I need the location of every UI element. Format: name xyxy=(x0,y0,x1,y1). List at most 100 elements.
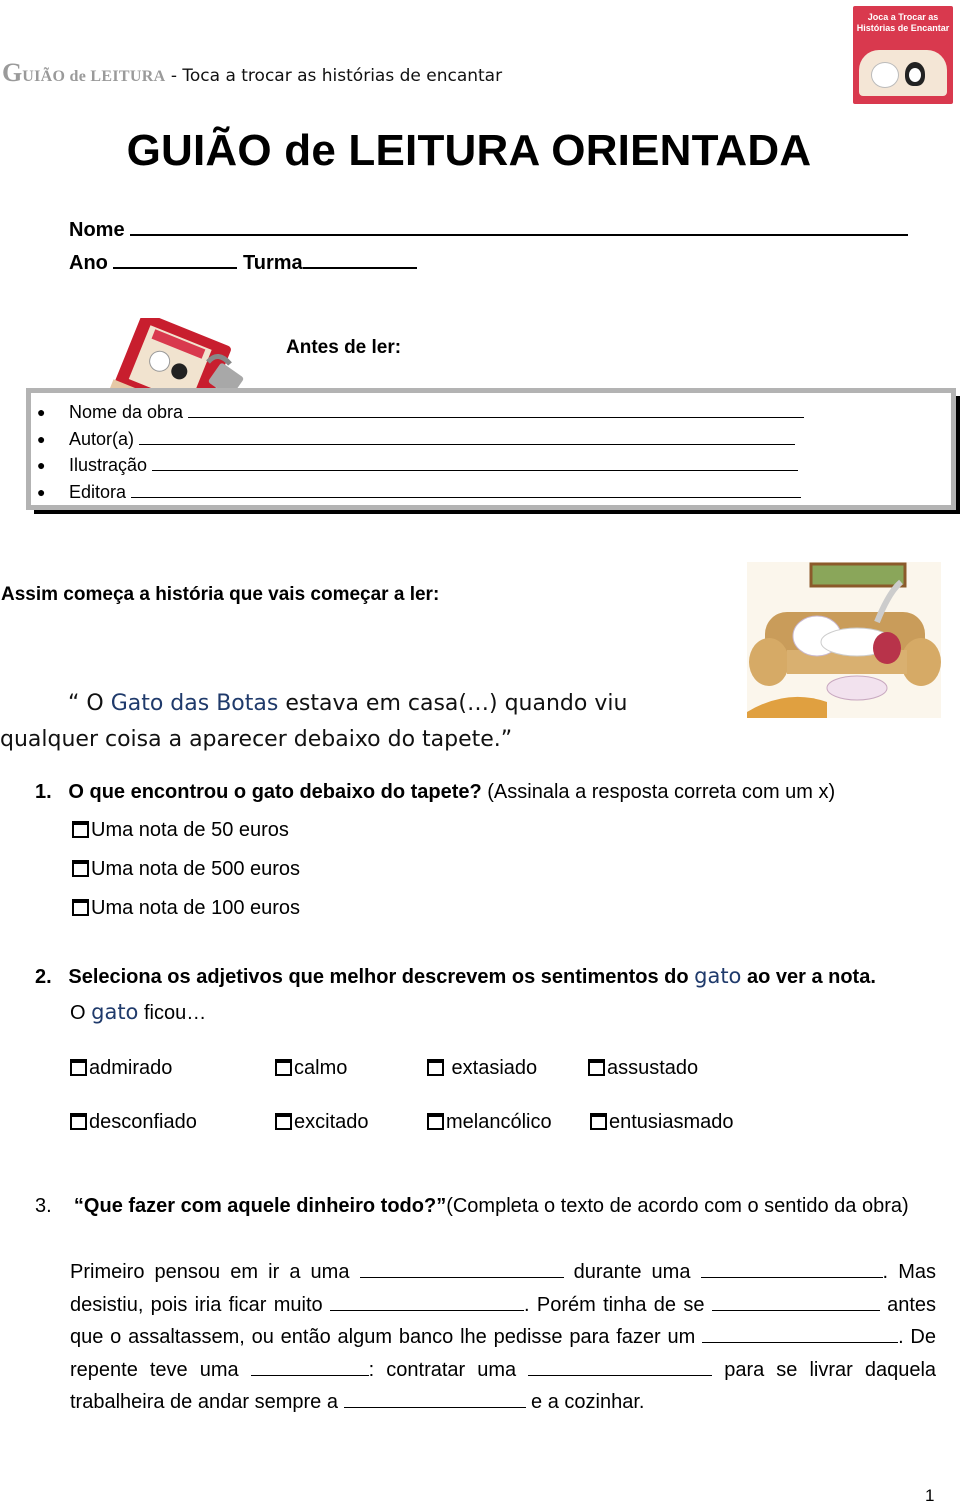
bullet-icon: ● xyxy=(37,430,46,447)
q2-option[interactable]: admirado xyxy=(70,1057,172,1080)
cloze-blank[interactable] xyxy=(528,1358,713,1376)
cover-title-line2: Histórias de Encantar xyxy=(856,23,950,33)
checkbox-icon[interactable] xyxy=(72,899,89,916)
question-3: 3. “Que fazer com aquele dinheiro todo?”… xyxy=(35,1195,909,1218)
cloze-blank[interactable] xyxy=(250,1358,369,1376)
book-info-item: ● Ilustração xyxy=(31,452,804,479)
question-2: 2. Seleciona os adjetivos que melhor des… xyxy=(35,964,876,989)
question-1-note: (Assinala a resposta correta com um x) xyxy=(481,781,836,803)
cloze-blank[interactable] xyxy=(359,1260,564,1278)
author-blank[interactable] xyxy=(139,429,796,445)
header-separator: - xyxy=(165,66,183,86)
q1-option[interactable]: Uma nota de 500 euros xyxy=(72,858,300,881)
q2-option-label: excitado xyxy=(294,1111,369,1133)
story-quote: “ O Gato das Botas estava em casa(…) qua… xyxy=(0,686,627,758)
q2-option[interactable]: desconfiado xyxy=(70,1111,197,1134)
bullet-icon: ● xyxy=(37,457,46,473)
penguin-illustration xyxy=(905,62,925,86)
q2-option-label: entusiasmado xyxy=(609,1111,734,1133)
checkbox-icon[interactable] xyxy=(427,1113,444,1130)
quote-highlight: Gato das Botas xyxy=(110,691,279,716)
book-info-box: ● Nome da obra ● Autor(a) ● Ilustração ● Edi… xyxy=(26,388,956,510)
year-class-field: Ano Turma xyxy=(69,249,417,275)
quote-line-1: “ O Gato das Botas estava em casa(…) qua… xyxy=(0,686,627,722)
q1-option[interactable]: Uma nota de 100 euros xyxy=(72,897,300,920)
question-1-number: 1. xyxy=(35,781,52,803)
cloze-blank[interactable] xyxy=(700,1260,883,1278)
quote-line1-rest: estava em casa(…) quando viu xyxy=(278,691,628,716)
cat-on-sofa-illustration xyxy=(747,562,941,718)
q2-option[interactable]: assustado xyxy=(588,1057,698,1080)
year-label: Ano xyxy=(69,252,108,274)
question-1: 1. O que encontrou o gato debaixo do tap… xyxy=(35,781,835,804)
bullet-icon: ● xyxy=(37,404,46,420)
q1-option[interactable]: Uma nota de 50 euros xyxy=(72,819,289,842)
class-blank[interactable] xyxy=(302,249,417,269)
question-3-number: 3. xyxy=(35,1195,52,1217)
publisher-blank[interactable] xyxy=(131,482,802,498)
q2-option[interactable]: excitado xyxy=(275,1111,369,1134)
header-guide-initial: G xyxy=(2,58,23,87)
checkbox-icon[interactable] xyxy=(72,821,89,838)
checkbox-icon[interactable] xyxy=(70,1059,87,1076)
q2-option[interactable]: extasiado xyxy=(427,1057,537,1080)
q2-sub-after: ficou… xyxy=(138,1002,207,1024)
checkbox-icon[interactable] xyxy=(590,1113,607,1130)
q1-option-label: Uma nota de 100 euros xyxy=(91,897,301,919)
book-info-item: ● Nome da obra xyxy=(31,399,805,426)
cloze-text: : contratar uma xyxy=(368,1358,529,1381)
book-info-item: ● Autor(a) xyxy=(31,426,804,453)
q2-sub-before: O xyxy=(70,1002,92,1024)
checkbox-icon[interactable] xyxy=(72,860,89,877)
book-name-label: Nome da obra xyxy=(69,402,184,422)
checkbox-icon[interactable] xyxy=(427,1059,444,1076)
cloze-text: durante uma xyxy=(563,1261,701,1283)
q2-option[interactable]: calmo xyxy=(275,1057,347,1080)
publisher-label: Editora xyxy=(69,481,127,502)
year-blank[interactable] xyxy=(113,249,238,269)
question-2-sub: O gato ficou… xyxy=(70,1000,206,1025)
checkbox-icon[interactable] xyxy=(588,1059,605,1076)
cloze-blank[interactable] xyxy=(330,1293,524,1311)
cloze-blank[interactable] xyxy=(343,1390,526,1408)
question-2-text: Seleciona os adjetivos que melhor descre… xyxy=(68,966,695,988)
q2-option-label: melancólico xyxy=(446,1111,552,1133)
page-number: 1 xyxy=(925,1486,935,1505)
book-info-list: ● Nome da obra ● Autor(a) ● Ilustração ● Edi… xyxy=(31,399,805,506)
cloze-text: . Porém tinha de se xyxy=(524,1293,712,1316)
book-name-blank[interactable] xyxy=(188,402,805,418)
question-1-text: O que encontrou o gato debaixo do tapete… xyxy=(68,781,482,803)
question-2-number: 2. xyxy=(35,966,52,988)
page-title: GUIÃO de LEITURA ORIENTADA xyxy=(126,126,812,175)
gato-highlight: gato xyxy=(91,1000,139,1024)
question-3-text: “Que fazer com aquele dinheiro todo?” xyxy=(73,1195,447,1217)
cover-title: Joca a Trocar as Histórias de Encantar xyxy=(853,12,953,34)
illustration-blank[interactable] xyxy=(152,455,799,471)
cloze-text: Primeiro pensou em ir a uma xyxy=(70,1261,360,1283)
header-book-title: Toca a trocar as histórias de encantar xyxy=(182,66,503,86)
q2-option-label: extasiado xyxy=(446,1057,538,1079)
name-blank[interactable] xyxy=(130,216,909,236)
running-header: GUIÃO de LEITURA - Toca a trocar as hist… xyxy=(2,58,502,88)
book-info-item: ● Editora xyxy=(31,479,804,506)
checkbox-icon[interactable] xyxy=(275,1113,292,1130)
q2-option[interactable]: entusiasmado xyxy=(590,1111,734,1134)
illustration-label: Ilustração xyxy=(69,455,148,475)
cloze-blank[interactable] xyxy=(702,1325,899,1343)
header-guide-label: UIÃO de LEITURA xyxy=(22,68,166,85)
name-field: Nome xyxy=(69,216,909,242)
author-label: Autor(a) xyxy=(69,428,135,449)
q2-option-label: calmo xyxy=(294,1057,348,1079)
question-3-note: (Completa o texto de acordo com o sentid… xyxy=(446,1195,909,1217)
cat-illustration xyxy=(871,62,899,88)
book-cover-thumbnail: Joca a Trocar as Histórias de Encantar xyxy=(853,6,953,104)
quote-open: “ O xyxy=(68,691,111,716)
cloze-blank[interactable] xyxy=(711,1293,880,1311)
q2-option-label: desconfiado xyxy=(89,1111,197,1133)
checkbox-icon[interactable] xyxy=(275,1059,292,1076)
bullet-icon: ● xyxy=(37,483,46,500)
quote-line-2: qualquer coisa a aparecer debaixo do tap… xyxy=(0,727,513,752)
q2-option[interactable]: melancólico xyxy=(427,1111,552,1134)
checkbox-icon[interactable] xyxy=(70,1113,87,1130)
q1-option-label: Uma nota de 500 euros xyxy=(91,858,301,880)
